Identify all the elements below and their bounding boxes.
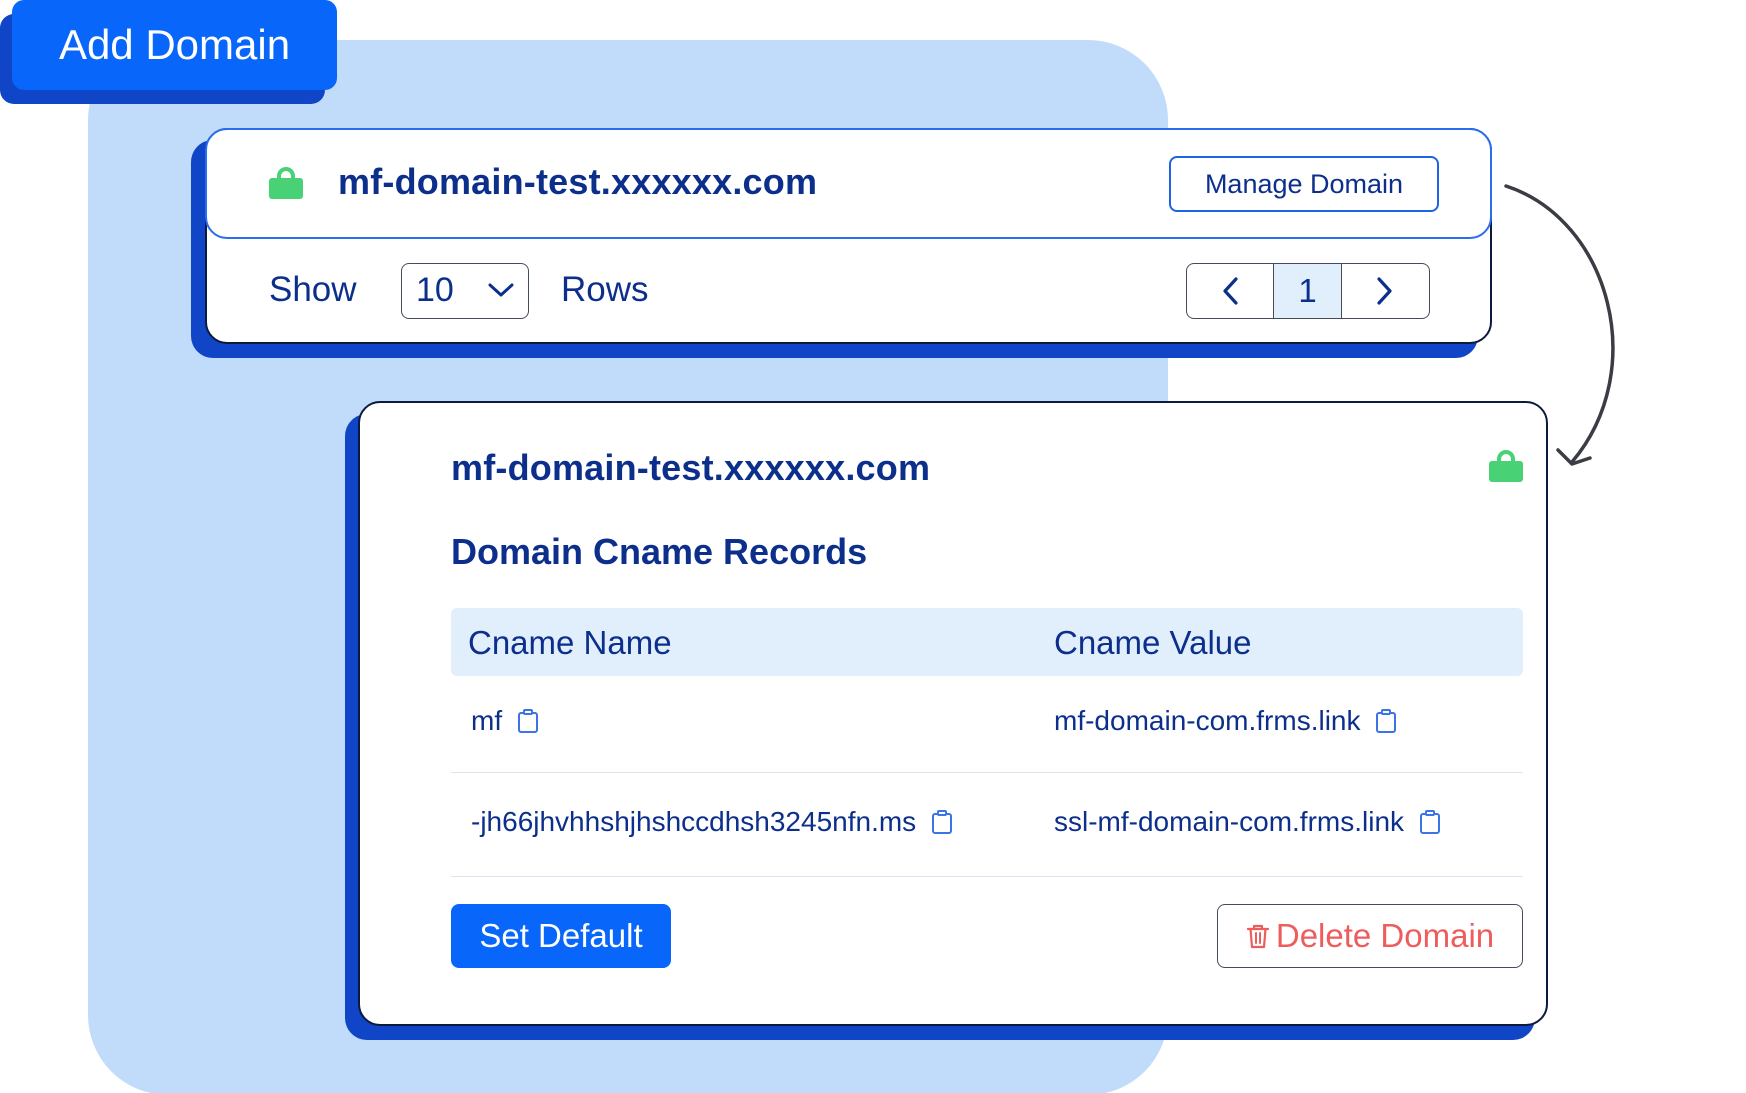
pagination: 1 xyxy=(1186,263,1430,319)
cname-value[interactable]: ssl-mf-domain-com.frms.link xyxy=(1054,806,1404,838)
cname-records-table: Cname Name Cname Value mf mf-domain-com.… xyxy=(451,608,1523,877)
copy-icon[interactable] xyxy=(518,709,539,733)
delete-domain-label: Delete Domain xyxy=(1275,917,1495,954)
cname-value-cell: ssl-mf-domain-com.frms.link xyxy=(1054,806,1441,838)
detail-domain-name: mf-domain-test.xxxxxx.com xyxy=(451,447,931,488)
chevron-left-icon xyxy=(1223,277,1238,305)
cname-name-cell: mf xyxy=(471,705,539,737)
table-header: Cname Name Cname Value xyxy=(451,608,1523,676)
next-page-button[interactable] xyxy=(1342,264,1429,318)
table-row: mf mf-domain-com.frms.link xyxy=(451,676,1523,773)
cname-value[interactable]: mf-domain-com.frms.link xyxy=(1054,705,1360,737)
show-label: Show xyxy=(269,270,357,309)
previous-page-button[interactable] xyxy=(1187,264,1275,318)
copy-icon[interactable] xyxy=(1376,709,1397,733)
domain-list-card: mf-domain-test.xxxxxx.com Manage Domain … xyxy=(205,128,1492,344)
rows-label: Rows xyxy=(561,270,649,309)
cname-value-cell: mf-domain-com.frms.link xyxy=(1054,705,1397,737)
manage-domain-button[interactable]: Manage Domain xyxy=(1169,156,1439,212)
delete-domain-button[interactable]: Delete Domain xyxy=(1217,904,1523,968)
chevron-down-icon xyxy=(488,283,514,297)
rows-per-page-select[interactable]: 10 xyxy=(401,263,529,319)
domain-row[interactable]: mf-domain-test.xxxxxx.com Manage Domain xyxy=(205,128,1492,239)
add-domain-button[interactable]: Add Domain xyxy=(12,0,337,90)
set-default-button[interactable]: Set Default xyxy=(451,904,671,968)
table-row: -jh66jhvhhshjhshccdhsh3245nfn.ms ssl-mf-… xyxy=(451,773,1523,877)
copy-icon[interactable] xyxy=(932,810,953,834)
cname-name[interactable]: mf xyxy=(471,705,502,737)
lock-icon xyxy=(1489,450,1523,482)
column-header-cname-value: Cname Value xyxy=(1054,624,1252,661)
column-header-cname-name: Cname Name xyxy=(468,624,672,661)
domain-name: mf-domain-test.xxxxxx.com xyxy=(338,161,818,202)
cname-name-cell: -jh66jhvhhshjhshccdhsh3245nfn.ms xyxy=(471,806,953,838)
section-title: Domain Cname Records xyxy=(451,531,868,572)
rows-per-page-value: 10 xyxy=(416,271,454,309)
trash-icon xyxy=(1246,924,1269,949)
cname-name[interactable]: -jh66jhvhhshjhshccdhsh3245nfn.ms xyxy=(471,806,916,838)
current-page[interactable]: 1 xyxy=(1274,264,1342,318)
chevron-right-icon xyxy=(1377,277,1392,305)
lock-icon xyxy=(269,167,303,199)
copy-icon[interactable] xyxy=(1420,810,1441,834)
domain-detail-card: mf-domain-test.xxxxxx.com Domain Cname R… xyxy=(358,401,1548,1026)
